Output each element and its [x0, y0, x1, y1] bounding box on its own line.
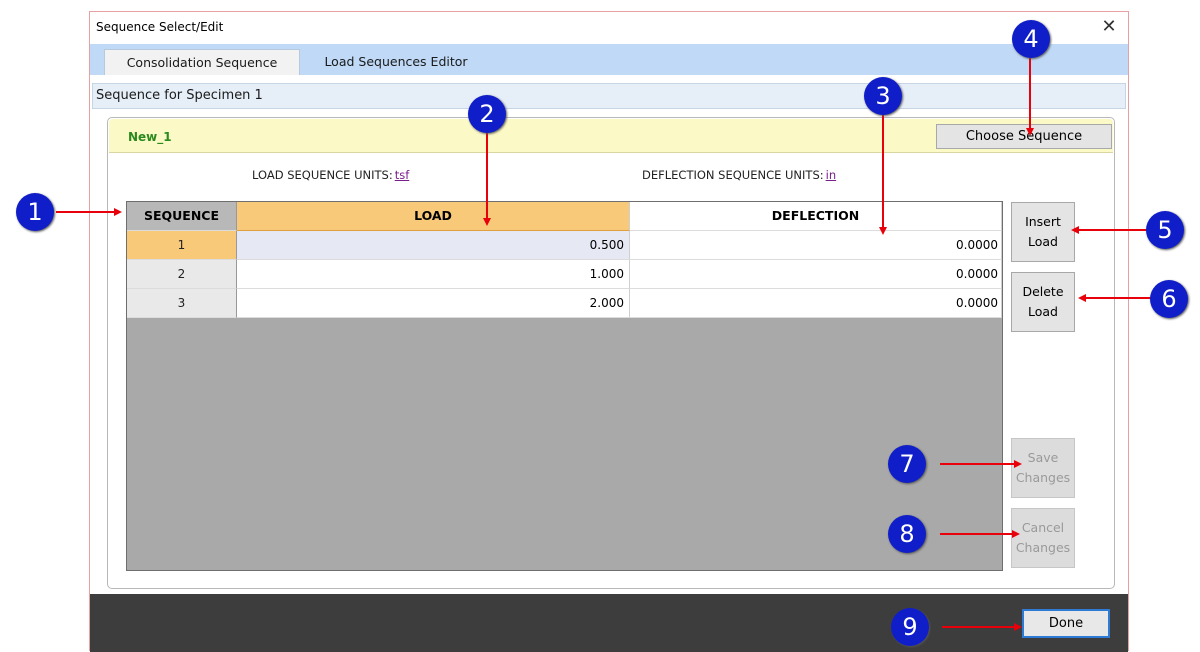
callout-6: 6 — [1150, 280, 1188, 318]
callout-9: 9 — [891, 608, 929, 646]
callout-4: 4 — [1012, 20, 1050, 58]
callout-1: 1 — [16, 193, 54, 231]
callout-3: 3 — [864, 77, 902, 115]
callout-8: 8 — [888, 515, 926, 553]
callout-5: 5 — [1146, 211, 1184, 249]
annotation-arrows — [56, 58, 1155, 631]
callout-2: 2 — [468, 95, 506, 133]
callout-7: 7 — [888, 445, 926, 483]
